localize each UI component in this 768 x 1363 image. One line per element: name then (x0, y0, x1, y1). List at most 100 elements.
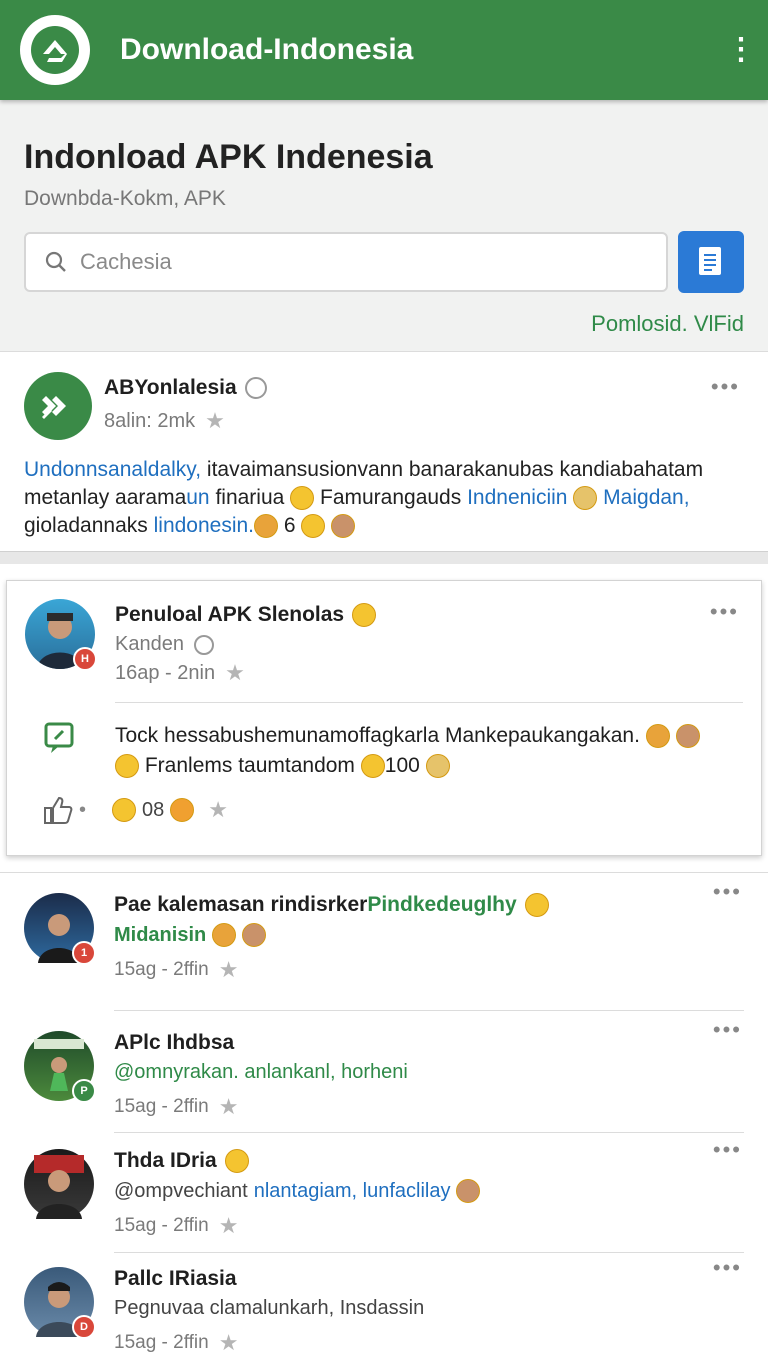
reaction-bar: • 08 ★ (25, 795, 743, 825)
list-item-time-row: 15ag - 2ffin ★ (114, 957, 744, 983)
list-item-name: Pae kalemasan rindisrker (114, 893, 368, 916)
list-item[interactable]: 1 ••• Pae kalemasan rindisrker Pindkedeu… (0, 873, 768, 1011)
list-item-time: 15ag - 2ffin (114, 1332, 209, 1353)
post-link[interactable]: Indneniciin (467, 486, 567, 509)
star-icon[interactable]: ★ (219, 957, 239, 983)
sun-emoji-icon (115, 754, 139, 779)
app-title: Download-Indonesia (120, 33, 414, 66)
card-text-line2: Franlems taumtandom (144, 754, 355, 777)
list-item-handle[interactable]: @ompvechiant (114, 1180, 248, 1203)
list-item[interactable]: D ••• Pallc IRiasia Pegnuvaa clamalunkar… (0, 1253, 768, 1363)
list-item-time: 15ag - 2ffin (114, 959, 209, 980)
app-bar: Download-Indonesia ⋮ (0, 0, 768, 100)
list-item-name: Thda IDria (114, 1149, 217, 1172)
avatar[interactable]: D (24, 1267, 96, 1339)
overflow-menu-icon[interactable]: ⋮ (726, 35, 756, 65)
list-item-title: Pae kalemasan rindisrker Pindkedeuglhy (114, 893, 744, 917)
more-options-icon[interactable]: ••• (713, 1255, 742, 1281)
more-options-icon[interactable]: ••• (713, 879, 742, 905)
list-item[interactable]: P ••• APlc Ihdbsa @omnyrakan. anlankanl,… (0, 1011, 768, 1133)
star-icon[interactable]: ★ (219, 1213, 239, 1239)
post-link[interactable]: un (186, 486, 209, 509)
post-title-row: Penuloal APK Slenolas (115, 603, 377, 627)
list-item-subtitle[interactable]: nlantagiam, lunfaclilay (254, 1180, 451, 1203)
feed-post: ••• ABYonlalesia 8alin: 2mk ★ Undonnsana… (0, 352, 768, 552)
document-button[interactable] (678, 231, 744, 293)
star-icon[interactable]: ★ (219, 1330, 239, 1356)
avatar[interactable]: H (25, 599, 97, 671)
list-item[interactable]: ••• Thda IDria @ompvechiant nlantagiam, … (0, 1133, 768, 1253)
section-divider (0, 552, 768, 564)
smile-emoji-icon (360, 754, 385, 779)
list-item-time: 15ag - 2ffin (114, 1096, 209, 1117)
post-user[interactable]: Kanden (115, 633, 184, 656)
list-item-time: 15ag - 2ffin (114, 1215, 209, 1236)
post-link[interactable]: Maigdan, (603, 486, 689, 509)
promo-link[interactable]: Pomlosid. VlFid (24, 311, 744, 337)
search-row (24, 231, 744, 293)
star-icon[interactable]: ★ (208, 797, 228, 823)
post-link[interactable]: Undonnsanaldalky, (24, 458, 201, 481)
card-text-line: Franlems taumtandom 100 (115, 751, 700, 781)
star-icon[interactable]: ★ (205, 408, 225, 434)
more-options-icon[interactable]: ••• (713, 1137, 742, 1163)
post-title[interactable]: Penuloal APK Slenolas (115, 603, 344, 627)
post-header: H Penuloal APK Slenolas Kanden 16ap - 2n… (25, 599, 743, 686)
more-options-icon[interactable]: ••• (711, 374, 740, 400)
verified-icon (244, 377, 267, 399)
post-time-row: 8alin: 2mk ★ (104, 408, 267, 434)
post-time-row: 16ap - 2nin ★ (115, 660, 376, 686)
post-author-name: ABYonlalesia (104, 376, 237, 399)
page-title: Indonload APK Indenesia (24, 138, 433, 176)
list-item-subtitle[interactable]: @omnyrakan. anlankanl, horheni (114, 1061, 408, 1084)
hand-emoji-icon (425, 754, 450, 779)
post-text: finariua (209, 486, 291, 509)
card-separator (115, 702, 743, 703)
search-input[interactable] (78, 248, 648, 276)
list-item-time-row: 15ag - 2ffin ★ (114, 1330, 744, 1356)
person-emoji-icon (675, 724, 700, 749)
reaction-dot-icon: • (79, 798, 87, 821)
reaction-count: 08 (142, 798, 165, 821)
more-options-icon[interactable]: ••• (710, 599, 739, 625)
list-item-time-row: 15ag - 2ffin ★ (114, 1213, 744, 1239)
smile-emoji-icon (112, 798, 137, 822)
face-emoji-icon (212, 923, 237, 947)
search-box[interactable] (24, 232, 668, 292)
status-badge-icon: D (72, 1315, 96, 1339)
star-icon[interactable]: ★ (225, 660, 245, 686)
post-body: Undonnsanaldalky, itavaimansusionvann ba… (24, 456, 744, 540)
logo-icon (31, 26, 79, 74)
post-header: ABYonlalesia 8alin: 2mk ★ (24, 372, 744, 440)
person-emoji-icon (456, 1179, 481, 1203)
post-text: gioladannaks (24, 514, 154, 537)
list-item-subtitle[interactable]: Midanisin (114, 924, 206, 947)
thumbs-up-icon[interactable] (41, 795, 75, 825)
avatar[interactable]: 1 (24, 893, 96, 965)
post-link[interactable]: lindonesin. (154, 514, 254, 537)
avatar[interactable] (24, 1149, 94, 1219)
status-badge-icon: P (72, 1079, 96, 1103)
avatar[interactable]: P (24, 1031, 96, 1103)
star-icon[interactable]: ★ (219, 1094, 239, 1120)
list-item-subtitle: Pegnuvaa clamalunkarh, Insdassin (114, 1297, 425, 1319)
person-emoji-icon (331, 514, 356, 539)
post-time: 8alin: 2mk (104, 409, 196, 432)
list-item-sub: Pegnuvaa clamalunkarh, Insdassin (114, 1297, 744, 1320)
person-emoji-icon (242, 923, 267, 947)
comment-edit-icon[interactable] (43, 721, 77, 755)
card-text: Tock hessabushemunamoffagkarla Mankepauk… (115, 721, 700, 781)
list-item-title: APlc Ihdbsa (114, 1031, 235, 1054)
more-options-icon[interactable]: ••• (713, 1017, 742, 1043)
search-icon (45, 251, 66, 272)
list-item-time-row: 15ag - 2ffin ★ (114, 1094, 744, 1120)
post-user-row: Kanden (115, 633, 376, 656)
list-item-name-link[interactable]: Pindkedeuglhy (367, 893, 516, 917)
post-author[interactable]: ABYonlalesia (104, 376, 267, 400)
app-logo[interactable] (20, 15, 90, 85)
status-badge-icon: H (73, 647, 97, 671)
hand-emoji-icon (573, 486, 598, 511)
avatar[interactable] (24, 372, 92, 440)
smile-emoji-icon (224, 1149, 249, 1173)
double-chevron-logo-icon (42, 396, 66, 419)
